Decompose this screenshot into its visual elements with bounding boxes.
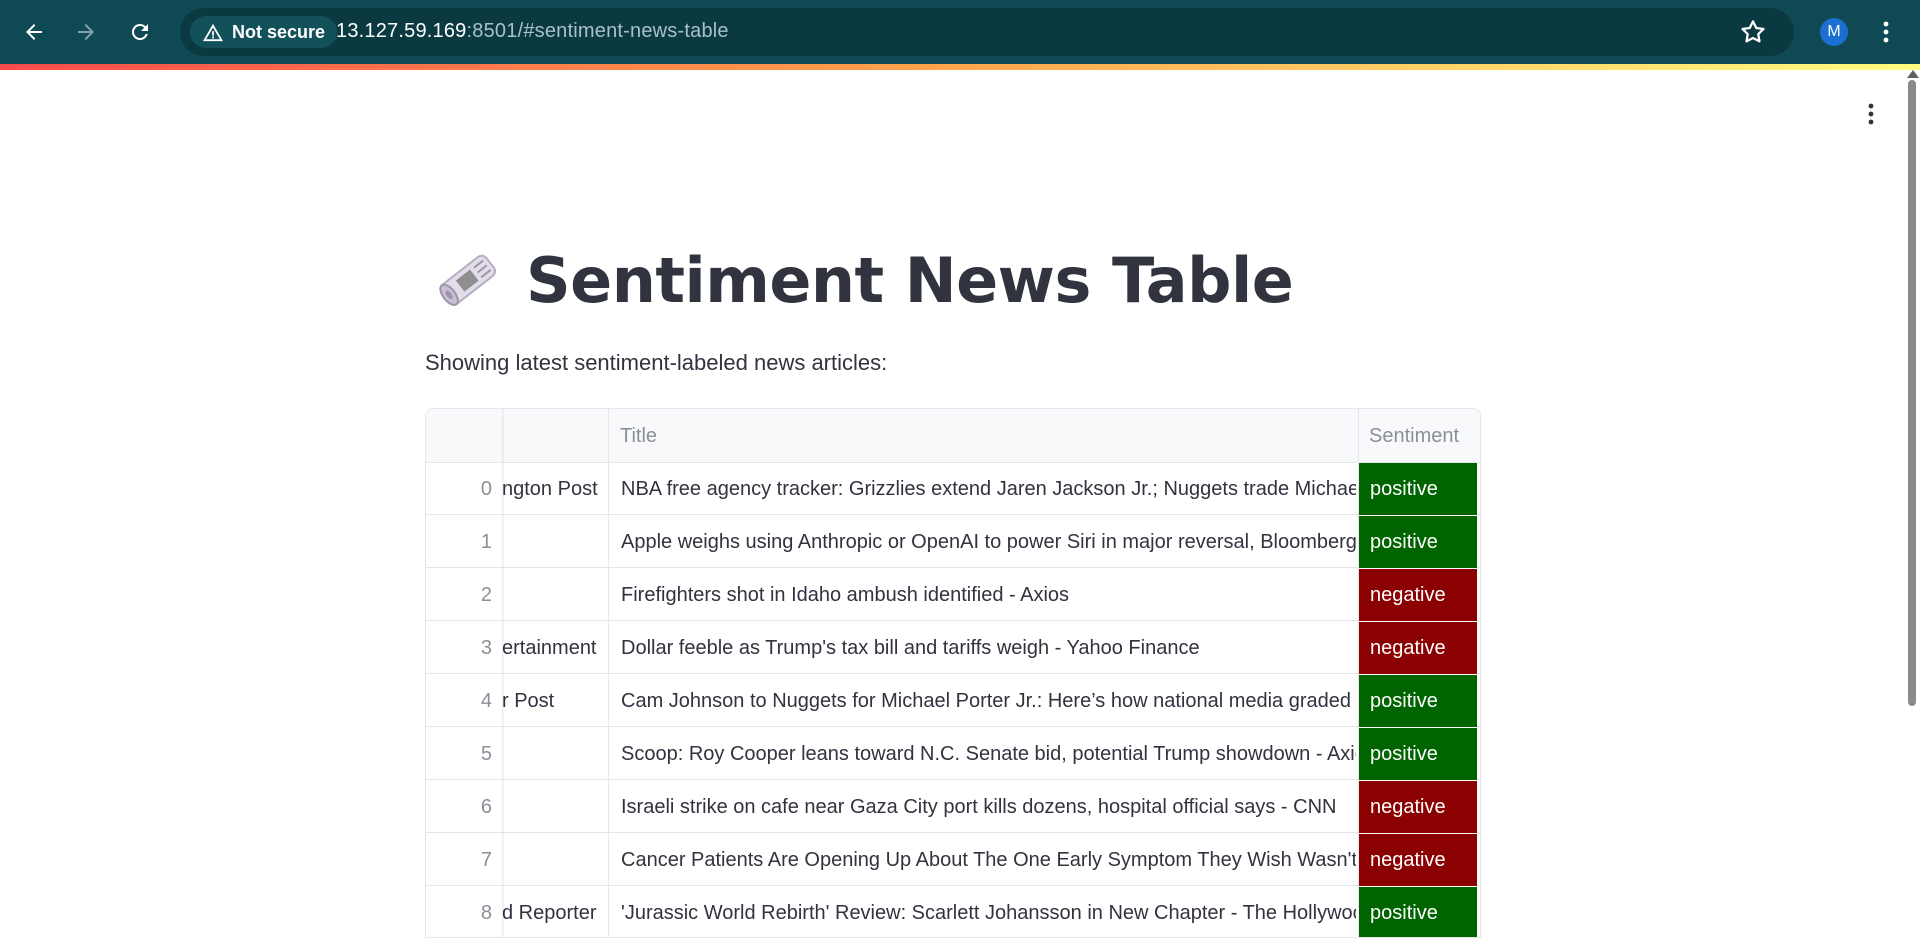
source-text: ngton Post (502, 478, 598, 500)
more-vertical-icon (1883, 21, 1889, 43)
title-cell[interactable]: Israeli strike on cafe near Gaza City po… (609, 781, 1356, 833)
bookmark-star-icon[interactable] (1738, 17, 1768, 47)
title-cell[interactable]: Cam Johnson to Nuggets for Michael Porte… (609, 675, 1356, 727)
sentiment-cell[interactable]: negative (1359, 569, 1477, 621)
sentiment-cell[interactable]: positive (1359, 887, 1477, 937)
url-path: :8501/#sentiment-news-table (466, 20, 729, 42)
column-header-source[interactable] (502, 409, 610, 463)
row-index-cell: 3 (426, 622, 502, 674)
table-row[interactable]: ngton Post NBA free agency tracker: Grizz… (426, 463, 1480, 515)
title-cell[interactable]: Dollar feeble as Trump's tax bill and ta… (609, 622, 1356, 674)
source-text: r Post (502, 690, 555, 712)
table-row[interactable]: ertainment Dollar feeble as Trump's tax b… (426, 622, 1480, 674)
app-header-decoration (0, 64, 1920, 70)
row-index-cell: 5 (426, 728, 502, 780)
source-cell[interactable] (502, 781, 610, 833)
arrow-right-icon (78, 24, 94, 40)
table-header: Title Sentiment (426, 409, 1480, 463)
browser-toolbar: Not secure 13.127.59.169:8501/#sentiment… (0, 0, 1920, 64)
index-column-header (426, 409, 502, 463)
row-index-cell: 8 (426, 887, 502, 937)
row-index-cell: 2 (426, 569, 502, 621)
row-index-cell: 1 (426, 516, 502, 568)
title-cell[interactable]: Cancer Patients Are Opening Up About The… (609, 834, 1356, 886)
scroll-up-arrow-icon[interactable] (1907, 70, 1919, 78)
table-row[interactable]: Scoop: Roy Cooper leans toward N.C. Sena… (426, 728, 1480, 780)
sentiment-cell[interactable]: negative (1359, 834, 1477, 886)
row-index-cell: 7 (426, 834, 502, 886)
back-button[interactable] (14, 12, 54, 52)
table-row[interactable]: Firefighters shot in Idaho ambush identi… (426, 569, 1480, 621)
more-vertical-icon (1868, 103, 1874, 125)
url-host: 13.127.59.169 (336, 20, 467, 42)
source-cell[interactable] (502, 569, 610, 621)
sentiment-cell[interactable]: negative (1359, 622, 1477, 674)
source-cell[interactable]: ertainment (502, 622, 610, 674)
page-subtitle: Showing latest sentiment-labeled news ar… (425, 350, 888, 375)
source-text: ertainment (502, 637, 597, 659)
app-main-menu-button[interactable] (1856, 96, 1886, 132)
row-index-cell: 0 (426, 463, 502, 515)
browser-menu-button[interactable] (1868, 14, 1904, 50)
page-title: Sentiment News Table (526, 243, 1294, 317)
news-data-table[interactable]: Title Sentiment ngton Post NBA free agenc… (425, 408, 1481, 938)
reload-icon (131, 23, 148, 40)
table-row[interactable]: Cancer Patients Are Opening Up About The… (426, 834, 1480, 886)
index-column-shadow (502, 409, 505, 937)
title-cell[interactable]: Firefighters shot in Idaho ambush identi… (609, 569, 1356, 621)
sentiment-cell[interactable]: positive (1359, 728, 1477, 780)
column-header-title[interactable]: Title (609, 409, 1359, 463)
table-row[interactable]: r Post Cam Johnson to Nuggets for Michael… (426, 675, 1480, 727)
sentiment-cell[interactable]: positive (1359, 463, 1477, 515)
url-text[interactable]: 13.127.59.169:8501/#sentiment-news-table (336, 20, 729, 43)
sentiment-cell[interactable]: positive (1359, 675, 1477, 727)
title-cell[interactable]: NBA free agency tracker: Grizzlies exten… (609, 463, 1356, 515)
forward-button[interactable] (66, 12, 106, 52)
page-header: Sentiment News Table (432, 240, 1294, 320)
table-row[interactable]: d Reporter 'Jurassic World Rebirth' Revie… (426, 887, 1480, 937)
source-cell[interactable] (502, 516, 610, 568)
security-label: Not secure (232, 21, 326, 42)
source-cell[interactable] (502, 728, 610, 780)
column-header-sentiment[interactable]: Sentiment (1358, 409, 1480, 463)
title-cell[interactable]: 'Jurassic World Rebirth' Review: Scarlet… (609, 887, 1356, 937)
table-row[interactable]: Israeli strike on cafe near Gaza City po… (426, 781, 1480, 833)
row-index-cell: 6 (426, 781, 502, 833)
security-chip[interactable]: Not secure (190, 16, 338, 48)
source-cell[interactable] (502, 834, 610, 886)
source-cell[interactable]: ngton Post (502, 463, 610, 515)
warning-icon (203, 23, 223, 42)
table-row[interactable]: Apple weighs using Anthropic or OpenAI t… (426, 516, 1480, 568)
sentiment-cell[interactable]: negative (1359, 781, 1477, 833)
column-divider (1358, 409, 1359, 937)
source-text: d Reporter (502, 902, 597, 924)
title-cell[interactable]: Scoop: Roy Cooper leans toward N.C. Sena… (609, 728, 1356, 780)
source-cell[interactable]: r Post (502, 675, 610, 727)
row-index-cell: 4 (426, 675, 502, 727)
arrow-left-icon (26, 24, 42, 40)
source-cell[interactable]: d Reporter (502, 887, 610, 937)
reload-button[interactable] (120, 12, 160, 52)
scrollbar-thumb[interactable] (1908, 80, 1916, 706)
newspaper-roll-icon (439, 254, 497, 306)
title-cell[interactable]: Apple weighs using Anthropic or OpenAI t… (609, 516, 1356, 568)
column-divider (608, 409, 609, 937)
address-bar[interactable]: Not secure 13.127.59.169:8501/#sentiment… (180, 8, 1794, 56)
sentiment-cell[interactable]: positive (1359, 516, 1477, 568)
profile-avatar[interactable]: M (1820, 18, 1848, 46)
